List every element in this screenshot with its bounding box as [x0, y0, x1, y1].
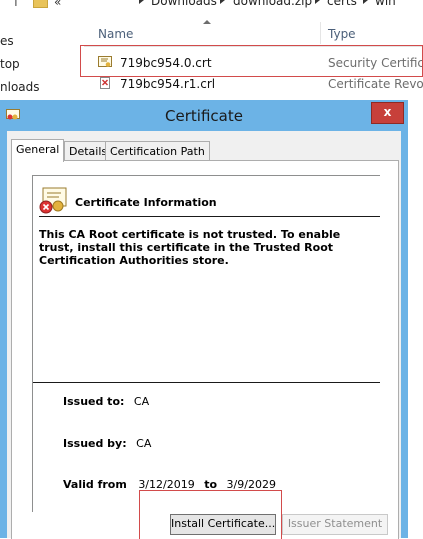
- column-type[interactable]: Type: [328, 27, 356, 41]
- selection-highlight-box: [80, 45, 423, 77]
- dialog-title: Certificate: [165, 107, 243, 125]
- certificate-dialog: Certificate x General Details Certificat…: [0, 100, 408, 539]
- breadcrumb-separator-icon: [363, 0, 368, 4]
- revocation-list-file-icon: [100, 77, 110, 89]
- info-title: Certificate Information: [75, 196, 217, 209]
- tab-certification-path[interactable]: Certification Path: [105, 141, 210, 161]
- divider: [33, 382, 380, 383]
- divider: [39, 216, 380, 217]
- issued-to-value: CA: [133, 395, 150, 408]
- column-name[interactable]: Name: [98, 27, 133, 41]
- issuer-statement-button: Issuer Statement: [282, 514, 388, 535]
- file-row[interactable]: 719bc954.r1.crl Certificate Revoca: [84, 74, 423, 94]
- breadcrumb-separator-icon: [139, 0, 144, 4]
- address-bar[interactable]: ↑ « Downloads download.zip certs win: [0, 0, 423, 12]
- column-divider[interactable]: [320, 22, 321, 44]
- dialog-client-area: General Details Certification Path Certi…: [7, 131, 401, 539]
- issued-by-field: Issued by: CA: [63, 437, 151, 450]
- trust-warning-text: This CA Root certificate is not trusted.…: [39, 228, 341, 267]
- sort-ascending-icon: [203, 20, 211, 24]
- breadcrumb-overflow[interactable]: «: [54, 0, 61, 9]
- dialog-titlebar[interactable]: Certificate x: [0, 100, 408, 131]
- issued-to-field: Issued to: CA: [63, 395, 149, 408]
- file-explorer-window: ↑ « Downloads download.zip certs win es …: [0, 0, 423, 100]
- up-arrow-icon[interactable]: ↑: [10, 0, 22, 10]
- general-tab-panel: Certificate Information This CA Root cer…: [11, 160, 399, 539]
- certificate-info-box: Certificate Information This CA Root cer…: [32, 175, 380, 512]
- breadcrumb-item-downloads[interactable]: Downloads: [151, 0, 217, 8]
- breadcrumb-item-win[interactable]: win: [375, 0, 396, 8]
- untrusted-certificate-icon: [39, 187, 67, 214]
- breadcrumb-item-certs[interactable]: certs: [327, 0, 357, 8]
- valid-from-label: Valid from: [63, 478, 127, 491]
- nav-item[interactable]: top: [0, 53, 70, 76]
- breadcrumb-separator-icon: [315, 0, 320, 4]
- issued-to-label: Issued to:: [63, 395, 125, 408]
- install-button-highlight-box: [139, 490, 282, 539]
- file-name: 719bc954.r1.crl: [120, 77, 216, 91]
- breadcrumb-item-download-zip[interactable]: download.zip: [233, 0, 312, 8]
- nav-item[interactable]: nloads: [0, 76, 70, 99]
- file-type: Certificate Revoca: [328, 77, 423, 91]
- nav-item[interactable]: es: [0, 30, 70, 53]
- column-header: Name Type: [84, 18, 423, 47]
- close-button[interactable]: x: [371, 102, 404, 124]
- tab-general[interactable]: General: [11, 139, 65, 162]
- navigation-pane: es top nloads: [0, 30, 70, 99]
- issued-by-label: Issued by:: [63, 437, 127, 450]
- breadcrumb-separator-icon: [220, 0, 225, 4]
- issued-by-value: CA: [136, 437, 152, 450]
- folder-icon: [33, 0, 48, 8]
